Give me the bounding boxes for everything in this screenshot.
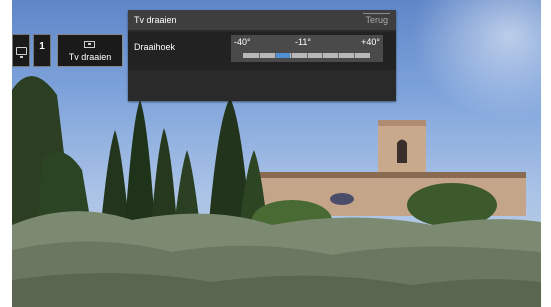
- slider-value-label: -11°: [295, 37, 311, 47]
- panel-header: Tv draaien Terug: [128, 10, 396, 30]
- rotation-angle-slider[interactable]: -40° -11° +40°: [231, 35, 383, 62]
- rotation-angle-label: Draaihoek: [134, 42, 176, 52]
- slider-segment-divider: [322, 53, 323, 58]
- slider-segment-divider: [291, 53, 292, 58]
- slider-segment-divider: [307, 53, 308, 58]
- tv-monitor-icon: [16, 47, 27, 58]
- slider-segment-divider: [275, 53, 276, 58]
- tv-screen: 1 Tv draaien Tv draaien Terug Draaihoek …: [12, 0, 541, 307]
- slider-thumb[interactable]: [276, 53, 290, 58]
- source-tab[interactable]: [12, 34, 30, 67]
- olive-grove: [12, 211, 541, 307]
- channel-number: 1: [39, 41, 45, 52]
- panel-title: Tv draaien: [134, 15, 177, 25]
- slider-segment-divider: [338, 53, 339, 58]
- slider-max-label: +40°: [361, 37, 380, 47]
- slider-segment-divider: [354, 53, 355, 58]
- rotate-menu-panel: Tv draaien Terug Draaihoek -40° -11° +40…: [128, 10, 396, 101]
- slider-track[interactable]: [243, 53, 370, 58]
- back-button[interactable]: Terug: [363, 13, 390, 26]
- tv-rotate-tab[interactable]: Tv draaien: [57, 34, 123, 67]
- tv-rotate-icon: [84, 41, 95, 48]
- screenshot-frame: 1 Tv draaien Tv draaien Terug Draaihoek …: [0, 0, 551, 307]
- channel-number-tab[interactable]: 1: [33, 34, 51, 67]
- slider-min-label: -40°: [234, 37, 251, 47]
- slider-segment-divider: [259, 53, 260, 58]
- rotation-angle-row[interactable]: Draaihoek -40° -11° +40°: [128, 32, 396, 70]
- tv-rotate-tab-label: Tv draaien: [68, 52, 112, 62]
